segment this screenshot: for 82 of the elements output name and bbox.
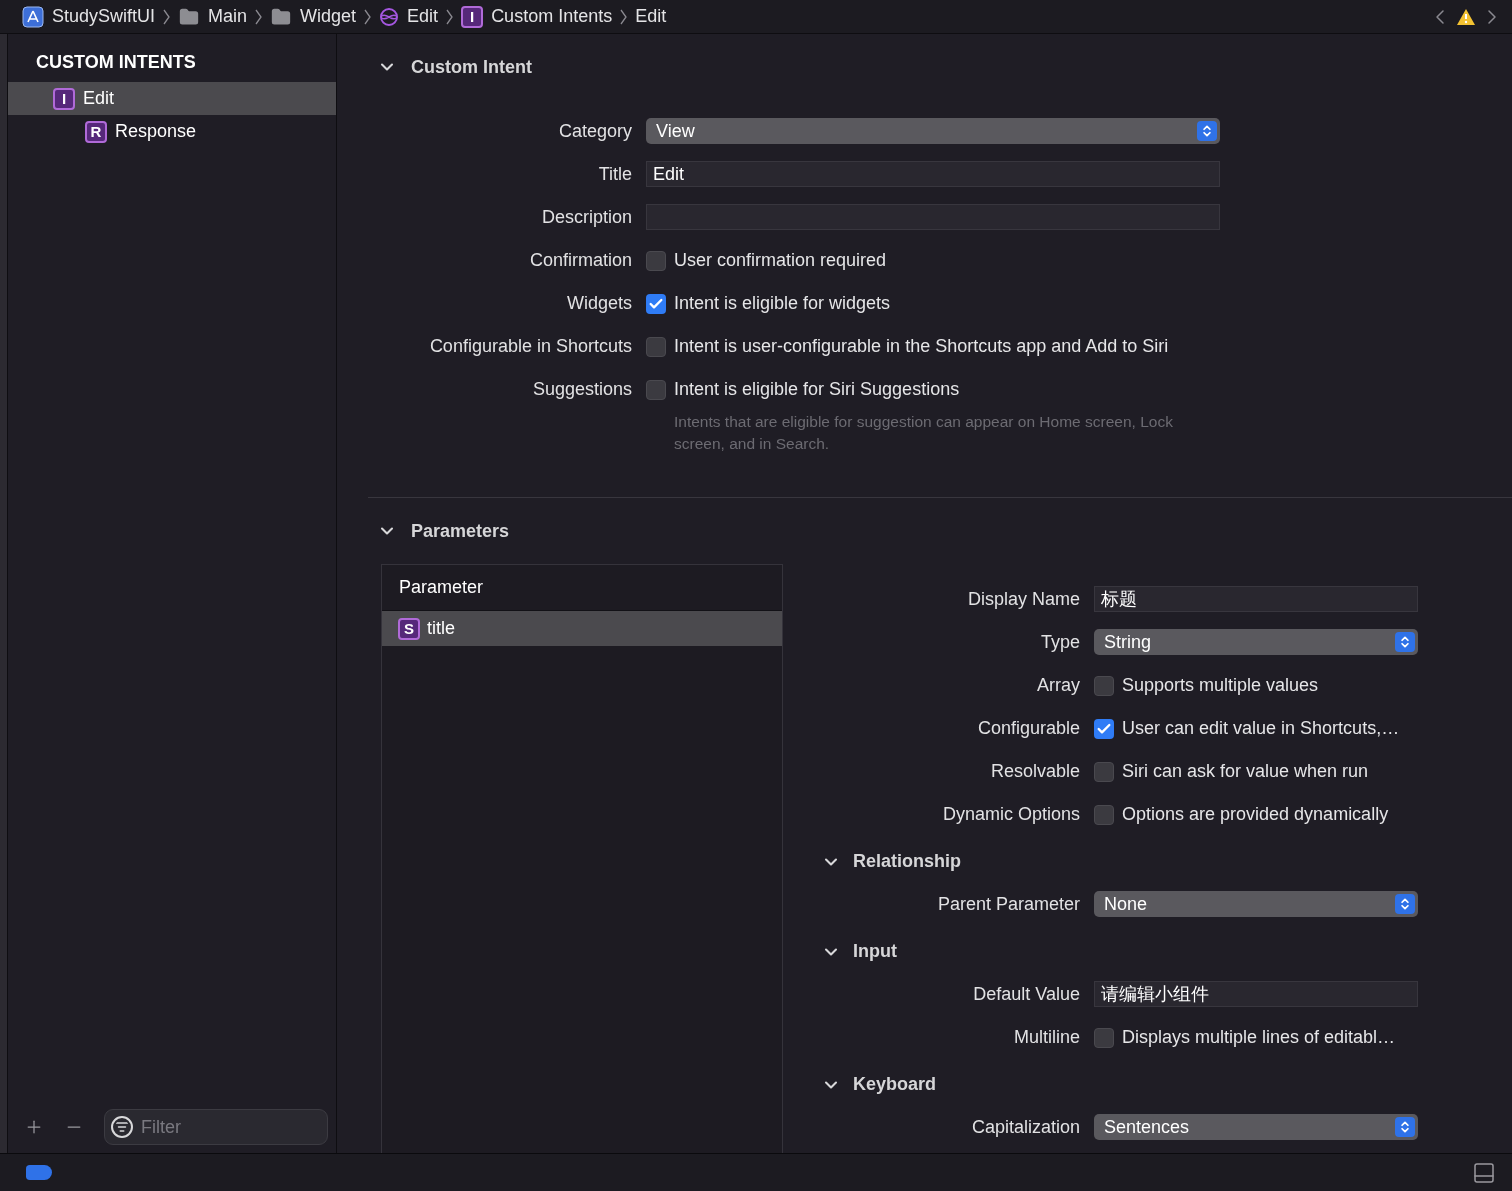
folder-icon [270,6,293,27]
app-icon [22,5,44,28]
intent-badge-icon: I [53,87,75,110]
checkbox[interactable] [1094,804,1114,825]
checkbox[interactable] [1094,761,1114,782]
subsection-title: Keyboard [853,1073,937,1096]
checkbox[interactable] [646,250,666,271]
section-title: Parameters [411,519,510,543]
string-badge-icon: S [398,617,420,640]
separator-icon [163,8,171,25]
popup-button[interactable]: View [646,118,1220,144]
folder-icon [178,6,201,27]
field-label: Widgets [565,292,632,315]
breadcrumb-item[interactable]: Edit [407,3,439,30]
separator-icon [620,8,628,25]
popup-button[interactable]: Sentences [1094,1114,1418,1140]
subsection-title: Relationship [853,850,961,873]
field-label: Default Value [972,983,1080,1006]
warning-icon[interactable] [1456,7,1476,26]
field-label: Array [1036,674,1080,697]
checkbox-label: Intent is eligible for widgets [674,292,891,315]
intents-icon [379,6,400,27]
panel-toggle-icon[interactable] [1472,1160,1496,1185]
popup-button[interactable]: None [1094,891,1418,917]
filter-field[interactable]: Filter [104,1109,328,1145]
checkbox[interactable] [646,336,666,357]
field-label: Parent Parameter [936,893,1080,916]
stepper-icon [1197,121,1217,141]
text-field[interactable]: 请编辑小组件 [1094,981,1418,1007]
checkbox-label: Intent is eligible for Siri Suggestions [674,378,960,401]
section-title: Custom Intent [411,55,532,79]
intent-badge-icon: I [461,5,484,28]
checkbox[interactable] [646,379,666,400]
filter-icon [111,1116,133,1138]
sidebar-item[interactable]: R Response [8,115,336,148]
checkbox[interactable] [1094,718,1114,739]
field-label: Confirmation [528,249,632,272]
field-label: Type [1039,631,1080,654]
stepper-icon [1395,894,1415,914]
subsection-title: Input [853,940,897,963]
popup-button[interactable]: String [1094,629,1418,655]
sidebar-title: CUSTOM INTENTS [36,51,196,74]
sidebar-item[interactable]: I Edit [8,82,336,115]
breadcrumb-item[interactable]: Widget [300,3,357,30]
text-field[interactable]: Edit [646,161,1220,187]
breadcrumb-item[interactable]: Main [208,3,248,30]
field-label: Dynamic Options [941,803,1080,826]
field-label: Resolvable [989,760,1080,783]
breadcrumb-item[interactable]: Edit [635,3,667,30]
separator-icon [255,8,263,25]
status-indicator-icon [26,1165,52,1180]
text-field[interactable]: 标题 [1094,586,1418,612]
field-label: Category [557,120,632,143]
checkbox[interactable] [1094,1027,1114,1048]
hint-text: Intents that are eligible for suggestion can appear on Home screen, Lock screen, and in Search. [673,412,1174,454]
checkbox-label: Siri can ask for value when run [1122,760,1369,783]
field-label: Configurable in Shortcuts [428,335,632,358]
column-header: Parameter [399,576,484,599]
field-label: Suggestions [531,378,632,401]
intent-badge-icon: R [85,120,107,143]
separator-icon [364,8,372,25]
field-label: Description [540,206,632,229]
stepper-icon [1395,632,1415,652]
breadcrumb-item[interactable]: StudySwiftUI [52,3,156,30]
checkbox-label: Supports multiple values [1122,674,1319,697]
parameter-row[interactable]: S title [382,611,782,646]
checkbox-label: Options are provided dynamically [1122,803,1389,826]
breadcrumb-item[interactable]: Custom Intents [491,3,613,30]
separator-icon [446,8,454,25]
checkbox-label: Displays multiple lines of editabl… [1122,1026,1396,1049]
field-label: Title [597,163,632,186]
checkbox-label: Intent is user-configurable in the Shortcuts app and Add to Siri [674,335,1169,358]
field-label: Capitalization [970,1116,1080,1139]
field-label: Display Name [966,588,1080,611]
text-field[interactable] [646,204,1220,230]
field-label: Configurable [976,717,1080,740]
checkbox-label: User can edit value in Shortcuts,… [1122,717,1400,740]
stepper-icon [1395,1117,1415,1137]
checkbox[interactable] [646,293,666,314]
checkbox-label: User confirmation required [674,249,887,272]
field-label: Multiline [1012,1026,1080,1049]
checkbox[interactable] [1094,675,1114,696]
